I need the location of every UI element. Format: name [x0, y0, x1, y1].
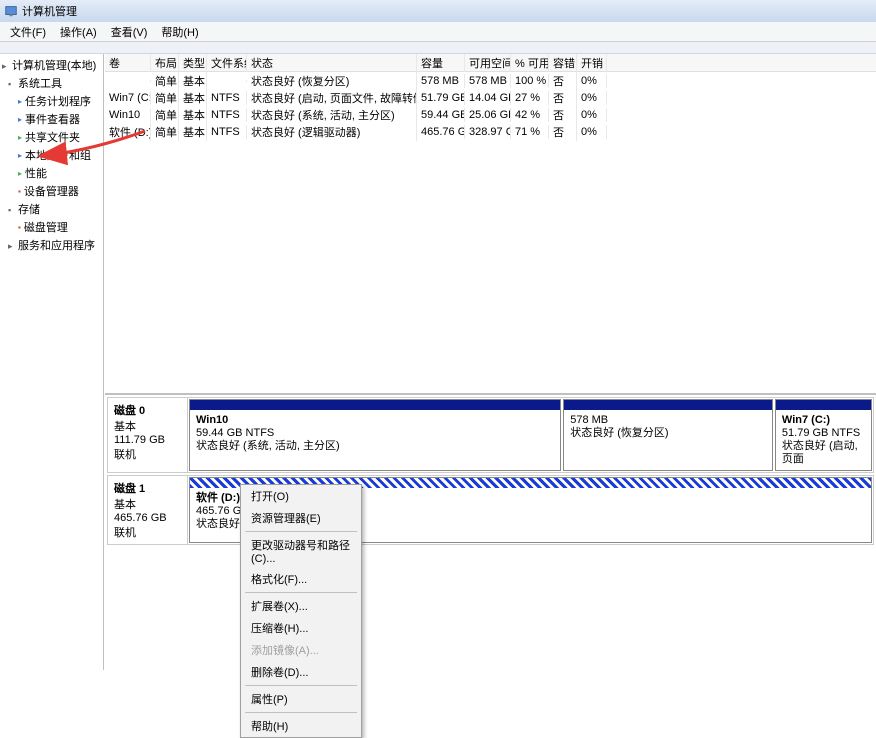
volume-row[interactable]: 简单基本状态良好 (恢复分区)578 MB578 MB100 %否0% [105, 72, 876, 89]
col-capacity[interactable]: 容量 [417, 54, 465, 72]
menu-view[interactable]: 查看(V) [105, 22, 154, 42]
tree-services[interactable]: ▸服务和应用程序 [2, 236, 101, 254]
tree-shared[interactable]: ▸共享文件夹 [2, 128, 101, 146]
menu-action[interactable]: 操作(A) [54, 22, 103, 42]
separator [245, 592, 357, 593]
disk-1: 磁盘 1 基本 465.76 GB 联机 软件 (D:) 465.76 GB 状… [107, 475, 874, 545]
separator [245, 685, 357, 686]
disk0-part-recovery[interactable]: 578 MB 状态良好 (恢复分区) [563, 399, 773, 471]
title-bar: 计算机管理 [0, 0, 876, 22]
stripe-icon [776, 400, 871, 410]
volume-row[interactable]: Win7 (C:)简单基本NTFS状态良好 (启动, 页面文件, 故障转储, 主… [105, 89, 876, 106]
tree-root[interactable]: ▸计算机管理(本地) [2, 56, 101, 74]
col-free[interactable]: 可用空间 [465, 54, 511, 72]
col-fault[interactable]: 容错 [549, 54, 577, 72]
ctx-shrink[interactable]: 压缩卷(H)... [241, 617, 361, 639]
tree-storage[interactable]: ▪存储 [2, 200, 101, 218]
stripe-icon [190, 400, 560, 410]
menu-file[interactable]: 文件(F) [4, 22, 52, 42]
volume-header: 卷 布局 类型 文件系统 状态 容量 可用空间 % 可用 容错 开销 [105, 54, 876, 72]
context-menu: 打开(O) 资源管理器(E) 更改驱动器号和路径(C)... 格式化(F)...… [240, 484, 362, 738]
disk-graphical-view: 磁盘 0 基本 111.79 GB 联机 Win10 59.44 GB NTFS… [105, 394, 876, 670]
toolbar [0, 42, 876, 54]
stripe-icon [564, 400, 772, 410]
disk-0: 磁盘 0 基本 111.79 GB 联机 Win10 59.44 GB NTFS… [107, 397, 874, 473]
ctx-properties[interactable]: 属性(P) [241, 688, 361, 710]
ctx-mirror: 添加镜像(A)... [241, 639, 361, 661]
col-overhead[interactable]: 开销 [577, 54, 607, 72]
ctx-open[interactable]: 打开(O) [241, 485, 361, 507]
ctx-help[interactable]: 帮助(H) [241, 715, 361, 737]
menu-bar: 文件(F) 操作(A) 查看(V) 帮助(H) [0, 22, 876, 42]
disk-0-label[interactable]: 磁盘 0 基本 111.79 GB 联机 [108, 398, 188, 472]
app-icon [4, 4, 18, 18]
col-volume[interactable]: 卷 [105, 54, 151, 72]
tree-event[interactable]: ▸事件查看器 [2, 110, 101, 128]
tree-diskmgr[interactable]: ▪磁盘管理 [2, 218, 101, 236]
window-title: 计算机管理 [22, 3, 77, 19]
ctx-change-letter[interactable]: 更改驱动器号和路径(C)... [241, 534, 361, 568]
col-pct[interactable]: % 可用 [511, 54, 549, 72]
tree-task[interactable]: ▸任务计划程序 [2, 92, 101, 110]
col-layout[interactable]: 布局 [151, 54, 179, 72]
tree-devmgr[interactable]: ▪设备管理器 [2, 182, 101, 200]
col-status[interactable]: 状态 [247, 54, 417, 72]
menu-help[interactable]: 帮助(H) [155, 22, 204, 42]
nav-tree: ▸计算机管理(本地) ▪系统工具 ▸任务计划程序 ▸事件查看器 ▸共享文件夹 ▸… [0, 54, 104, 670]
tree-systools[interactable]: ▪系统工具 [2, 74, 101, 92]
volume-list: 卷 布局 类型 文件系统 状态 容量 可用空间 % 可用 容错 开销 简单基本状… [105, 54, 876, 394]
tree-users[interactable]: ▸本地用户和组 [2, 146, 101, 164]
separator [245, 712, 357, 713]
volume-row[interactable]: Win10简单基本NTFS状态良好 (系统, 活动, 主分区)59.44 GB2… [105, 106, 876, 123]
disk0-part-win10[interactable]: Win10 59.44 GB NTFS 状态良好 (系统, 活动, 主分区) [189, 399, 561, 471]
volume-row[interactable]: 软件 (D:)简单基本NTFS状态良好 (逻辑驱动器)465.76 GB328.… [105, 123, 876, 140]
ctx-explorer[interactable]: 资源管理器(E) [241, 507, 361, 529]
ctx-format[interactable]: 格式化(F)... [241, 568, 361, 590]
col-fs[interactable]: 文件系统 [207, 54, 247, 72]
ctx-extend[interactable]: 扩展卷(X)... [241, 595, 361, 617]
disk0-part-win7[interactable]: Win7 (C:) 51.79 GB NTFS 状态良好 (启动, 页面 [775, 399, 872, 471]
separator [245, 531, 357, 532]
col-type[interactable]: 类型 [179, 54, 207, 72]
disk-1-label[interactable]: 磁盘 1 基本 465.76 GB 联机 [108, 476, 188, 544]
ctx-delete[interactable]: 删除卷(D)... [241, 661, 361, 683]
tree-perf[interactable]: ▸性能 [2, 164, 101, 182]
